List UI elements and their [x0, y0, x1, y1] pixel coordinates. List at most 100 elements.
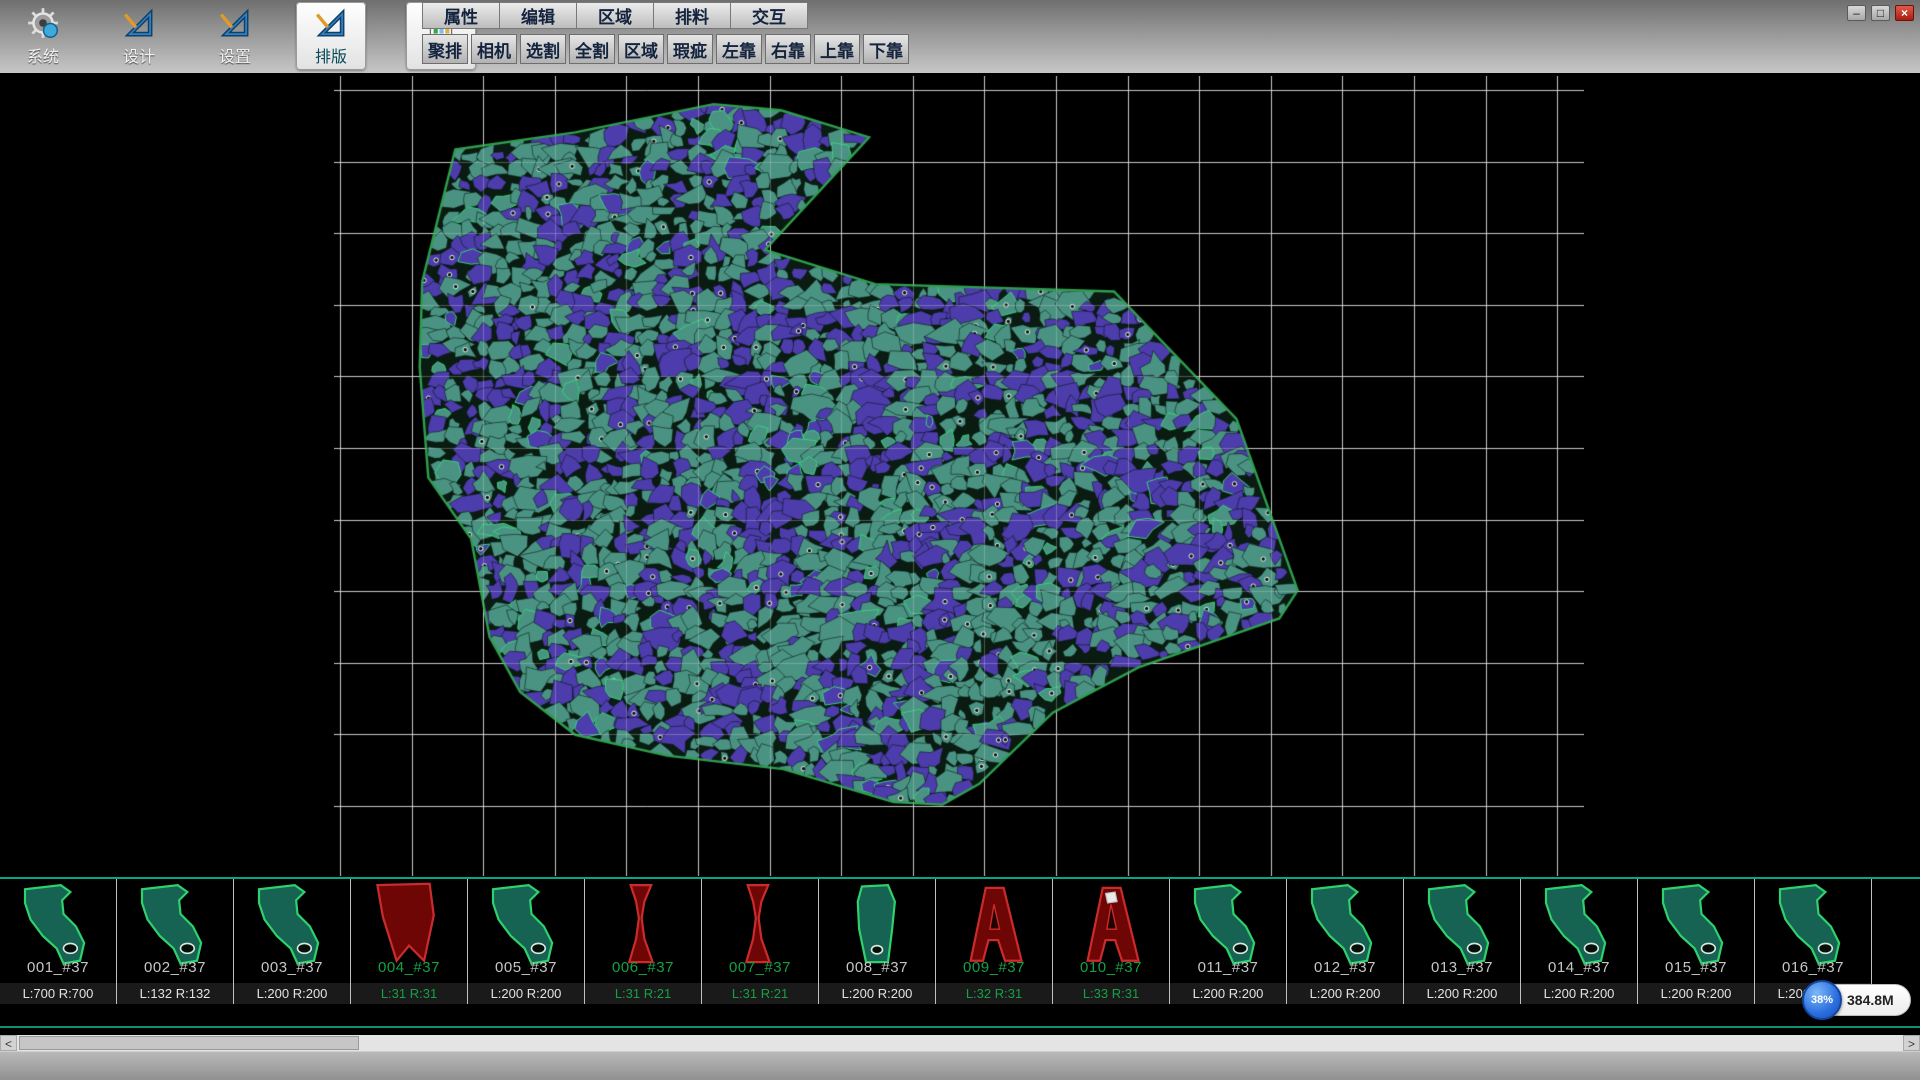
gear-icon [25, 5, 61, 41]
action-button[interactable]: 右靠 [765, 34, 811, 64]
part-thumbnail[interactable]: 012_#37 L:200 R:200 [1287, 879, 1404, 1004]
toolbar-button[interactable]: 系统 [8, 2, 78, 70]
progress-badge: 38% 384.8M [1802, 980, 1911, 1020]
part-shape [1419, 881, 1505, 969]
menu-tab[interactable]: 交互 [730, 2, 808, 29]
application-window: 系统 设计 设置 排版 报表 属性编辑区域排料交互 聚排相机选割全割区域瑕疵左靠… [0, 0, 1920, 1080]
main-mode-buttons: 系统 设计 设置 排版 报表 [8, 2, 476, 70]
part-lr-count: L:132 R:132 [117, 983, 233, 1004]
menu-area: 属性编辑区域排料交互 聚排相机选割全割区域瑕疵左靠右靠上靠下靠 [422, 0, 909, 64]
part-thumbnail[interactable]: 002_#37 L:132 R:132 [117, 879, 234, 1004]
part-name: 001_#37 [0, 959, 116, 976]
part-lr-count: L:200 R:200 [1404, 983, 1520, 1004]
part-shape [834, 881, 920, 969]
toolbar-button[interactable]: 排版 [296, 2, 366, 70]
nesting-canvas[interactable] [334, 76, 1584, 876]
action-button[interactable]: 相机 [471, 34, 517, 64]
toolbar-button[interactable]: 设置 [200, 2, 270, 70]
part-lr-count: L:200 R:200 [819, 983, 935, 1004]
action-button[interactable]: 左靠 [716, 34, 762, 64]
part-lr-count: L:200 R:200 [468, 983, 584, 1004]
part-name: 015_#37 [1638, 959, 1754, 976]
action-button[interactable]: 聚排 [422, 34, 468, 64]
part-name: 006_#37 [585, 959, 701, 976]
action-button[interactable]: 瑕疵 [667, 34, 713, 64]
part-name: 009_#37 [936, 959, 1052, 976]
part-shape [717, 881, 803, 969]
toolbar-button-label: 设置 [219, 43, 251, 67]
progress-percent: 38% [1802, 980, 1842, 1020]
part-name: 014_#37 [1521, 959, 1637, 976]
part-shape [1185, 881, 1271, 969]
action-button[interactable]: 选割 [520, 34, 566, 64]
toolbar-button-label: 排版 [315, 43, 347, 67]
part-lr-count: L:31 R:21 [585, 983, 701, 1004]
part-name: 010_#37 [1053, 959, 1169, 976]
part-shape [249, 881, 335, 969]
part-lr-count: L:200 R:200 [1170, 983, 1286, 1004]
part-lr-count: L:31 R:31 [351, 983, 467, 1004]
scroll-left-arrow[interactable]: < [0, 1035, 17, 1051]
toolbar-button-label: 设计 [123, 43, 155, 67]
part-lr-count: L:200 R:200 [1287, 983, 1403, 1004]
part-thumbnail[interactable]: 004_#37 L:31 R:31 [351, 879, 468, 1004]
part-name: 008_#37 [819, 959, 935, 976]
part-thumbnail[interactable]: 014_#37 L:200 R:200 [1521, 879, 1638, 1004]
part-thumbnail[interactable]: 006_#37 L:31 R:21 [585, 879, 702, 1004]
action-button[interactable]: 区域 [618, 34, 664, 64]
action-button-row: 聚排相机选割全割区域瑕疵左靠右靠上靠下靠 [422, 34, 909, 64]
part-thumbnail[interactable]: 001_#37 L:700 R:700 [0, 879, 117, 1004]
part-name: 011_#37 [1170, 959, 1286, 976]
horizontal-scrollbar: < > [0, 1035, 1920, 1051]
part-lr-count: L:32 R:31 [936, 983, 1052, 1004]
menu-tab[interactable]: 排料 [653, 2, 731, 29]
title-toolbar: 系统 设计 设置 排版 报表 属性编辑区域排料交互 聚排相机选割全割区域瑕疵左靠… [0, 0, 1920, 74]
scrollbar-thumb[interactable] [19, 1036, 359, 1050]
part-thumbnail[interactable]: 003_#37 L:200 R:200 [234, 879, 351, 1004]
action-button[interactable]: 全割 [569, 34, 615, 64]
window-controls: – □ × [1847, 5, 1914, 21]
menu-tab[interactable]: 属性 [422, 2, 500, 29]
part-name: 016_#37 [1755, 959, 1871, 976]
part-lr-count: L:33 R:31 [1053, 983, 1169, 1004]
part-shape [483, 881, 569, 969]
scrollbar-track[interactable] [17, 1035, 1903, 1051]
status-bar [0, 1051, 1920, 1080]
parts-strip: 001_#37 L:700 R:700 002_#37 L:132 R:132 … [0, 877, 1920, 1004]
strip-divider [0, 1026, 1920, 1028]
toolbar-button[interactable]: 设计 [104, 2, 174, 70]
part-shape [1302, 881, 1388, 969]
part-lr-count: L:700 R:700 [0, 983, 116, 1004]
nesting-workspace [0, 73, 1920, 877]
part-thumbnail[interactable]: 010_#37 L:33 R:31 [1053, 879, 1170, 1004]
action-button[interactable]: 上靠 [814, 34, 860, 64]
menu-tab[interactable]: 编辑 [499, 2, 577, 29]
scroll-right-arrow[interactable]: > [1903, 1035, 1920, 1051]
part-thumbnail[interactable]: 011_#37 L:200 R:200 [1170, 879, 1287, 1004]
part-shape [132, 881, 218, 969]
part-thumbnail[interactable]: 013_#37 L:200 R:200 [1404, 879, 1521, 1004]
close-button[interactable]: × [1895, 5, 1914, 21]
part-name: 002_#37 [117, 959, 233, 976]
part-name: 003_#37 [234, 959, 350, 976]
menu-tab[interactable]: 区域 [576, 2, 654, 29]
part-thumbnail[interactable]: 009_#37 L:32 R:31 [936, 879, 1053, 1004]
part-shape [600, 881, 686, 969]
action-button[interactable]: 下靠 [863, 34, 909, 64]
part-shape [1653, 881, 1739, 969]
part-shape [1536, 881, 1622, 969]
part-thumbnail[interactable]: 007_#37 L:31 R:21 [702, 879, 819, 1004]
set-square-icon [217, 5, 253, 41]
part-thumbnail[interactable]: 005_#37 L:200 R:200 [468, 879, 585, 1004]
part-name: 004_#37 [351, 959, 467, 976]
part-shape [366, 881, 452, 969]
part-shape [951, 881, 1037, 969]
part-shape [1770, 881, 1856, 969]
part-lr-count: L:31 R:21 [702, 983, 818, 1004]
part-shape [15, 881, 101, 969]
part-thumbnail[interactable]: 015_#37 L:200 R:200 [1638, 879, 1755, 1004]
minimize-button[interactable]: – [1847, 5, 1866, 21]
part-thumbnail[interactable]: 008_#37 L:200 R:200 [819, 879, 936, 1004]
part-shape [1068, 881, 1154, 969]
maximize-button[interactable]: □ [1871, 5, 1890, 21]
